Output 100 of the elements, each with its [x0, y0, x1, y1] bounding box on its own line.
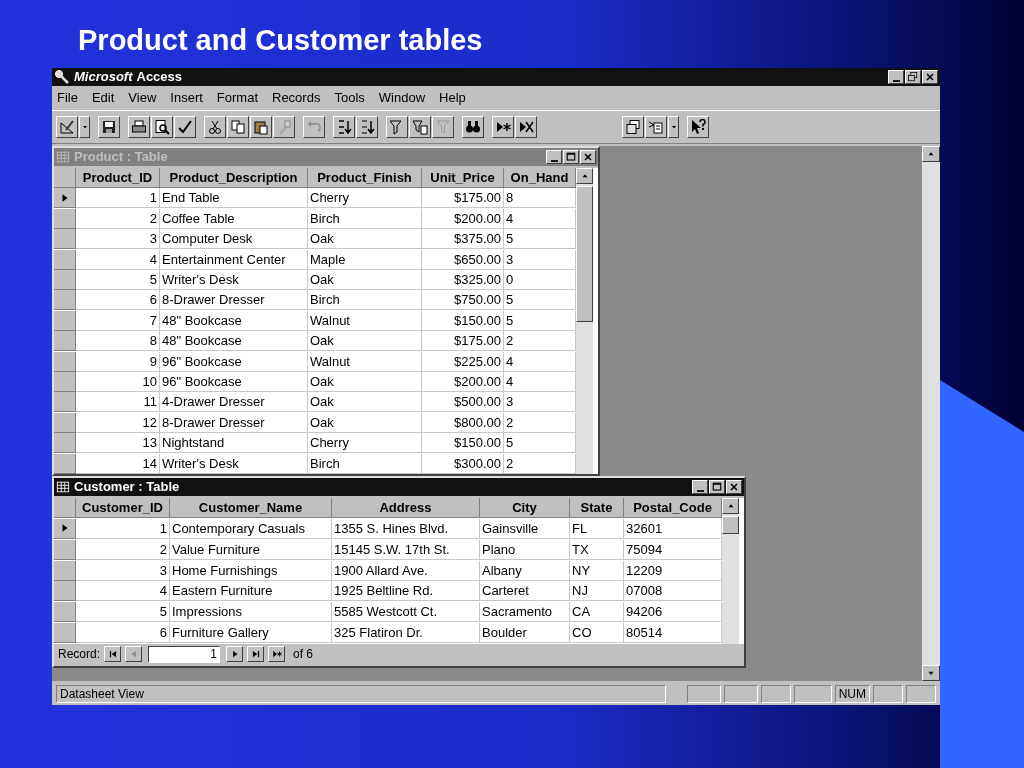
restore-button[interactable]	[905, 70, 921, 84]
scrollbar[interactable]	[922, 146, 940, 681]
print-preview-button[interactable]	[151, 116, 173, 138]
paste-button[interactable]	[250, 116, 272, 138]
dropdown-button[interactable]	[79, 116, 90, 138]
table-cell: $150.00	[422, 433, 504, 454]
table-cell: Furniture Gallery	[170, 623, 332, 644]
table-cell: $300.00	[422, 453, 504, 474]
next-record-button[interactable]	[226, 646, 244, 662]
column-header[interactable]: Product_Finish	[308, 168, 422, 188]
close-button[interactable]	[922, 70, 938, 84]
view-button[interactable]	[56, 116, 78, 138]
column-header[interactable]: Product_Description	[160, 168, 308, 188]
minimize-button[interactable]	[692, 480, 708, 494]
table-cell: $175.00	[422, 331, 504, 352]
menu-item[interactable]: Tools	[334, 88, 365, 108]
funnel-icon	[412, 119, 428, 135]
menu-item[interactable]: View	[128, 88, 157, 108]
table-cell: 6	[76, 623, 170, 644]
table-cell: 12	[76, 412, 160, 433]
window-title: Product : Table	[74, 148, 168, 167]
scroll-up-button[interactable]	[722, 498, 739, 514]
spelling-button[interactable]	[174, 116, 196, 138]
save-button[interactable]	[98, 116, 120, 138]
status-panel	[906, 685, 936, 703]
scroll-thumb[interactable]	[722, 516, 739, 534]
previous-record-button[interactable]	[125, 646, 143, 662]
menu-item[interactable]: Format	[216, 88, 258, 108]
scroll-down-button[interactable]	[922, 665, 940, 681]
binoculars-icon	[465, 119, 481, 135]
first-record-button[interactable]	[104, 646, 122, 662]
help-button[interactable]	[687, 116, 709, 138]
column-header[interactable]: Customer_Name	[170, 498, 332, 518]
restore-icon	[907, 71, 919, 83]
column-header[interactable]: Address	[332, 498, 480, 518]
arrow-star-icon	[495, 119, 511, 135]
print-button[interactable]	[128, 116, 150, 138]
table-cell: 10	[76, 371, 160, 392]
undo-button[interactable]	[303, 116, 325, 138]
menu-item[interactable]: Window	[378, 88, 426, 108]
menu-item[interactable]: Insert	[170, 88, 203, 108]
record-number-field[interactable]: 1	[148, 645, 221, 663]
table-cell: 48" Bookcase	[160, 310, 308, 331]
scroll-up-button[interactable]	[576, 168, 593, 184]
table-cell: Birch	[308, 453, 422, 474]
minimize-icon	[892, 79, 900, 82]
record-count: of 6	[293, 646, 314, 663]
menu-item[interactable]: Help	[439, 88, 466, 108]
find-button[interactable]	[462, 116, 484, 138]
column-header[interactable]: City	[480, 498, 570, 518]
filter-by-form-button[interactable]	[409, 116, 431, 138]
new-record-button[interactable]	[492, 116, 514, 138]
minimize-button[interactable]	[888, 70, 904, 84]
new-object-button[interactable]	[645, 116, 667, 138]
menu-item[interactable]: Records	[272, 88, 321, 108]
copy-button[interactable]	[227, 116, 249, 138]
maximize-button[interactable]	[709, 480, 725, 494]
menu-item[interactable]: File	[57, 88, 78, 108]
column-header[interactable]: On_Hand	[504, 168, 576, 188]
minimize-button[interactable]	[546, 150, 562, 164]
column-header[interactable]: Product_ID	[76, 168, 160, 188]
menu-item[interactable]: Edit	[91, 88, 115, 108]
database-window-button[interactable]	[622, 116, 644, 138]
close-button[interactable]	[726, 480, 742, 494]
column-header[interactable]: Postal_Code	[624, 498, 722, 518]
last-record-button[interactable]	[247, 646, 265, 662]
apply-filter-button[interactable]	[432, 116, 454, 138]
status-panel	[760, 685, 791, 703]
status-panel	[723, 685, 758, 703]
scroll-up-button[interactable]	[922, 146, 940, 162]
funnel-icon	[389, 119, 405, 135]
format-painter-button[interactable]	[273, 116, 295, 138]
sort-descending-button[interactable]	[356, 116, 378, 138]
scrollbar[interactable]	[576, 168, 593, 474]
scroll-thumb[interactable]	[576, 186, 593, 322]
cut-button[interactable]	[204, 116, 226, 138]
table-cell: Home Furnishings	[170, 560, 332, 581]
row-selector[interactable]	[54, 188, 76, 209]
table-cell: Impressions	[170, 602, 332, 623]
dropdown-button[interactable]	[668, 116, 679, 138]
clipboard-icon	[253, 119, 269, 135]
arrow-cross-icon	[518, 119, 534, 135]
filter-by-selection-button[interactable]	[386, 116, 408, 138]
column-header[interactable]: Customer_ID	[76, 498, 170, 518]
table-cell: Plano	[480, 539, 570, 560]
maximize-button[interactable]	[563, 150, 579, 164]
column-header[interactable]: Unit_Price	[422, 168, 504, 188]
table-cell: CA	[570, 602, 624, 623]
table-cell: 1	[76, 518, 170, 539]
row-selector[interactable]	[54, 518, 76, 539]
new-record-button[interactable]	[268, 646, 286, 662]
delete-record-button[interactable]	[515, 116, 537, 138]
close-button[interactable]	[580, 150, 596, 164]
column-header[interactable]: State	[570, 498, 624, 518]
minimize-icon	[550, 159, 558, 162]
table-cell: 1355 S. Hines Blvd.	[332, 518, 480, 539]
maximize-icon	[565, 151, 577, 163]
scrollbar[interactable]	[722, 498, 739, 644]
table-cell: Boulder	[480, 623, 570, 644]
sort-ascending-button[interactable]	[333, 116, 355, 138]
